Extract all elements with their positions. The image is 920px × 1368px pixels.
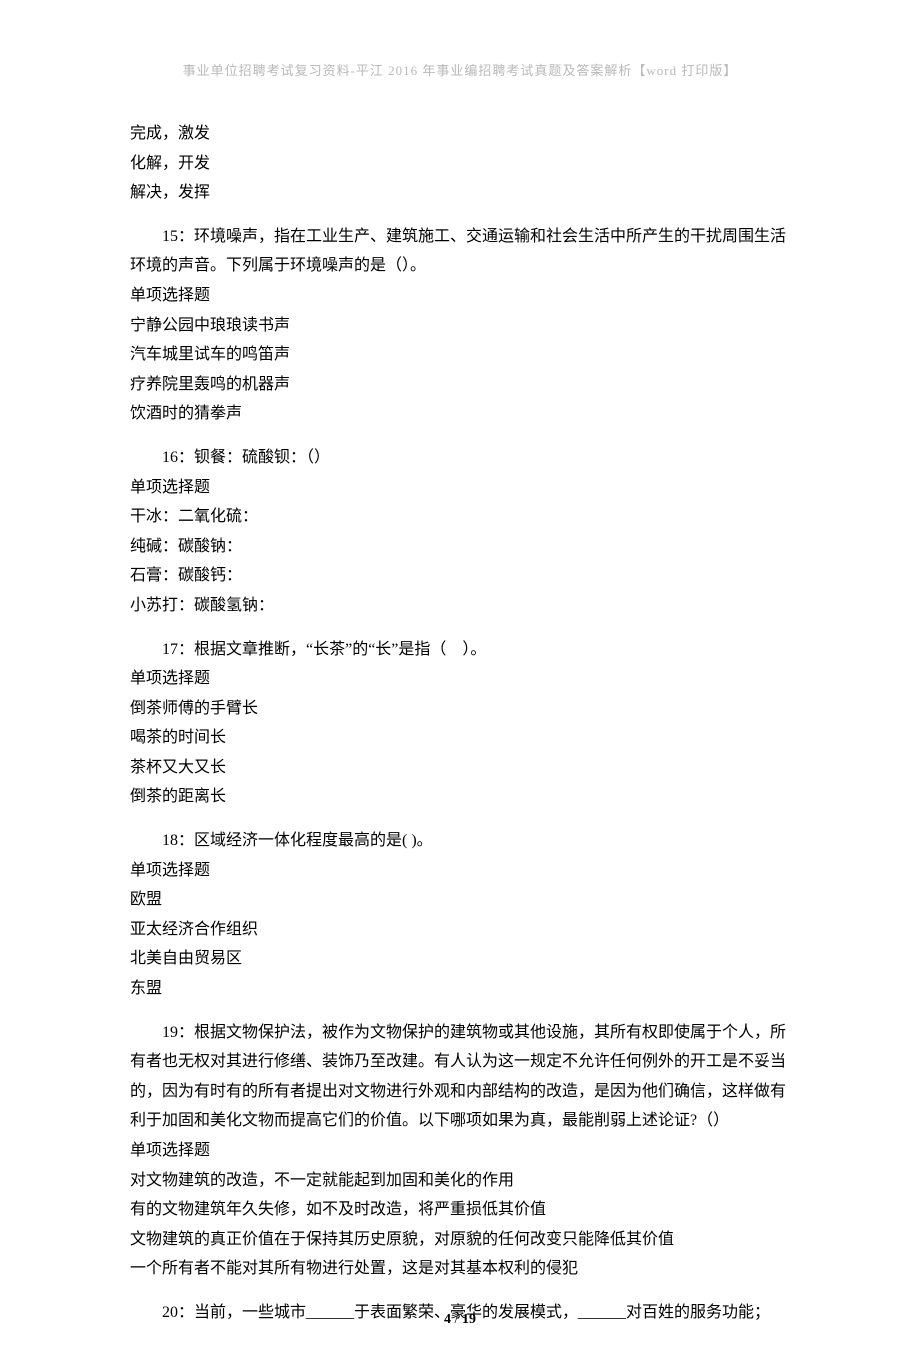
option-text: 疗养院里轰鸣的机器声 xyxy=(130,370,790,400)
page-total: 19 xyxy=(462,1312,476,1327)
option-text: 倒茶师傅的手臂长 xyxy=(130,694,790,724)
option-text: 倒茶的距离长 xyxy=(130,782,790,812)
question-text: 19：根据文物保护法，被作为文物保护的建筑物或其他设施，其所有权即使属于个人，所… xyxy=(130,1018,790,1136)
option-text: 宁静公园中琅琅读书声 xyxy=(130,311,790,341)
question-text: 15：环境噪声，指在工业生产、建筑施工、交通运输和社会生活中所产生的干扰周围生活… xyxy=(130,222,790,281)
option-text: 茶杯又大又长 xyxy=(130,753,790,783)
page-current: 4 xyxy=(444,1312,451,1327)
option-text: 有的文物建筑年久失修，如不及时改造，将严重损低其价值 xyxy=(130,1195,790,1225)
question-text: 16：钡餐：硫酸钡：（） xyxy=(130,443,790,473)
option-text: 纯碱：碳酸钠： xyxy=(130,532,790,562)
option-text: 解决，发挥 xyxy=(130,178,790,208)
question-block: 15：环境噪声，指在工业生产、建筑施工、交通运输和社会生活中所产生的干扰周围生活… xyxy=(130,222,790,429)
question-text: 18：区域经济一体化程度最高的是( )。 xyxy=(130,826,790,856)
option-text: 化解，开发 xyxy=(130,149,790,179)
page-footer: 4 / 19 xyxy=(0,1312,920,1328)
question-text: 17：根据文章推断，“长茶”的“长”是指（ ）。 xyxy=(130,635,790,665)
option-text: 文物建筑的真正价值在于保持其历史原貌，对原貌的任何改变只能降低其价值 xyxy=(130,1225,790,1255)
question-type: 单项选择题 xyxy=(130,1136,790,1166)
option-text: 一个所有者不能对其所有物进行处置，这是对其基本权利的侵犯 xyxy=(130,1254,790,1284)
question-block: 17：根据文章推断，“长茶”的“长”是指（ ）。 单项选择题 倒茶师傅的手臂长 … xyxy=(130,635,790,813)
question-type: 单项选择题 xyxy=(130,664,790,694)
page-header: 事业单位招聘考试复习资料-平江 2016 年事业编招聘考试真题及答案解析【wor… xyxy=(130,60,790,79)
option-text: 完成，激发 xyxy=(130,119,790,149)
option-text: 亚太经济合作组织 xyxy=(130,915,790,945)
question-type: 单项选择题 xyxy=(130,281,790,311)
question-block: 19：根据文物保护法，被作为文物保护的建筑物或其他设施，其所有权即使属于个人，所… xyxy=(130,1018,790,1284)
question-type: 单项选择题 xyxy=(130,473,790,503)
option-text: 汽车城里试车的鸣笛声 xyxy=(130,340,790,370)
option-text: 饮酒时的猜拳声 xyxy=(130,399,790,429)
question-type: 单项选择题 xyxy=(130,856,790,886)
option-text: 喝茶的时间长 xyxy=(130,723,790,753)
option-text: 北美自由贸易区 xyxy=(130,944,790,974)
document-content: 完成，激发 化解，开发 解决，发挥 15：环境噪声，指在工业生产、建筑施工、交通… xyxy=(130,119,790,1328)
page-separator: / xyxy=(455,1312,462,1327)
question-block: 16：钡餐：硫酸钡：（） 单项选择题 干冰：二氧化硫： 纯碱：碳酸钠： 石膏：碳… xyxy=(130,443,790,621)
option-text: 干冰：二氧化硫： xyxy=(130,502,790,532)
question-block: 18：区域经济一体化程度最高的是( )。 单项选择题 欧盟 亚太经济合作组织 北… xyxy=(130,826,790,1004)
option-text: 石膏：碳酸钙： xyxy=(130,561,790,591)
option-text: 东盟 xyxy=(130,974,790,1004)
option-text: 欧盟 xyxy=(130,885,790,915)
option-text: 对文物建筑的改造，不一定就能起到加固和美化的作用 xyxy=(130,1166,790,1196)
document-page: 事业单位招聘考试复习资料-平江 2016 年事业编招聘考试真题及答案解析【wor… xyxy=(0,0,920,1368)
option-text: 小苏打：碳酸氢钠： xyxy=(130,591,790,621)
